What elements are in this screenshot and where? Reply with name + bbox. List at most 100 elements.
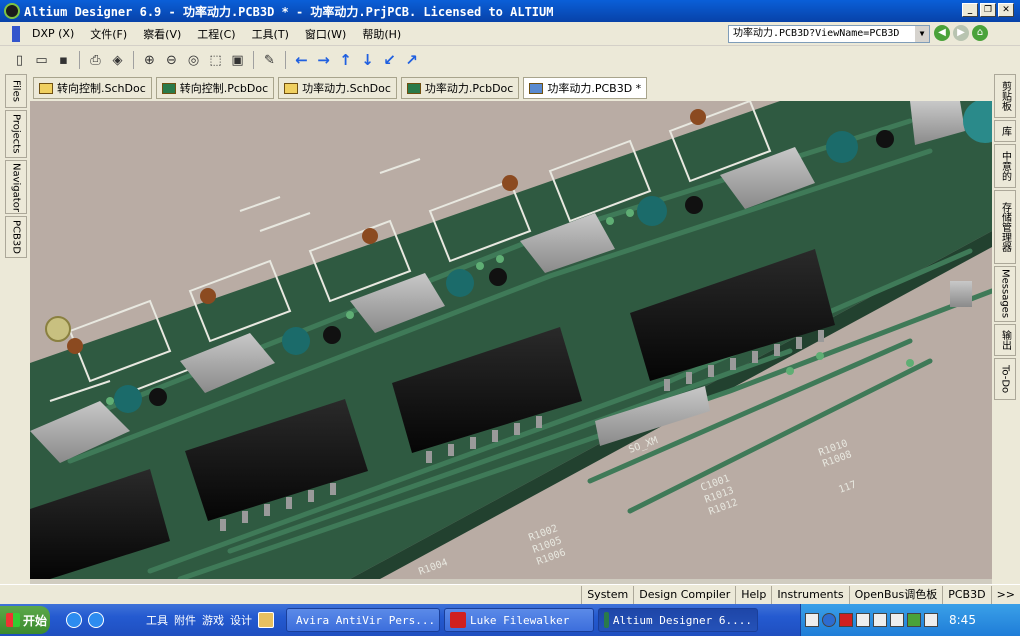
start-button[interactable]: 开始	[0, 606, 50, 634]
media-player-icon[interactable]	[66, 612, 82, 628]
open-folder-icon[interactable]: ▭	[32, 51, 51, 70]
arrow-right-icon[interactable]: →	[314, 51, 333, 70]
toolbar-separator	[133, 51, 134, 69]
doc-tab-power-pcb3d[interactable]: 功率动力.PCB3D *	[523, 77, 648, 99]
doc-tab-label: 转向控制.PcbDoc	[179, 82, 269, 95]
start-label: 开始	[23, 613, 48, 628]
quicklaunch-games[interactable]: 游戏	[202, 612, 224, 628]
panel-tab-library[interactable]: 库	[994, 120, 1016, 142]
status-pcb3d[interactable]: PCB3D	[942, 585, 990, 604]
arrow-down-left-icon[interactable]: ↙	[380, 51, 399, 70]
address-input[interactable]: 功率动力.PCB3D?ViewName=PCB3D ▼	[728, 25, 930, 43]
status-help[interactable]: Help	[735, 585, 771, 604]
menu-project[interactable]: 工程(C)	[189, 26, 243, 42]
doc-tab-label: 功率动力.PCB3D *	[547, 82, 642, 95]
menu-window[interactable]: 窗口(W)	[297, 26, 354, 42]
quicklaunch-tools[interactable]: 工具	[146, 612, 168, 628]
zoom-board-icon[interactable]: ▣	[228, 51, 247, 70]
left-panel-tabs: Files Projects Navigator PCB3D	[5, 74, 27, 582]
task-avira[interactable]: Avira AntiVir Pers...	[286, 608, 440, 632]
right-panel-tabs: 剪贴板 库 中意的 存储管理器 Messages 输出 To-Do	[994, 74, 1016, 582]
address-value: 功率动力.PCB3D?ViewName=PCB3D	[733, 28, 900, 39]
panel-tab-storage-manager[interactable]: 存储管理器	[994, 190, 1016, 264]
quicklaunch-accessories[interactable]: 附件	[174, 612, 196, 628]
tray-display-icon[interactable]	[856, 613, 870, 627]
tray-monitor-icon[interactable]	[890, 613, 904, 627]
minimize-button[interactable]: _	[962, 3, 978, 17]
doc-tab-steering-pcb[interactable]: 转向控制.PcbDoc	[155, 77, 275, 99]
panel-tab-navigator[interactable]: Navigator	[5, 160, 27, 214]
doc-tab-steering-sch[interactable]: 转向控制.SchDoc	[33, 77, 152, 99]
status-system[interactable]: System	[581, 585, 633, 604]
tray-network-icon[interactable]	[805, 613, 819, 627]
zoom-area-icon[interactable]: ⬚	[206, 51, 225, 70]
task-altium[interactable]: Altium Designer 6....	[598, 608, 758, 632]
menu-help[interactable]: 帮助(H)	[354, 26, 409, 42]
menu-tools[interactable]: 工具(T)	[244, 26, 297, 42]
status-openbus[interactable]: OpenBus调色板	[848, 585, 943, 604]
task-label: Altium Designer 6....	[612, 613, 752, 627]
status-more[interactable]: >>	[990, 585, 1020, 604]
pcb-label: R1004	[417, 557, 449, 578]
tray-keyboard-icon[interactable]	[924, 613, 938, 627]
save-icon[interactable]: ▪	[54, 51, 73, 70]
back-icon[interactable]: ◀	[934, 25, 950, 41]
windows-flag-icon	[6, 613, 20, 627]
print-icon[interactable]: ⎙	[86, 51, 105, 70]
zoom-fit-icon[interactable]: ◎	[184, 51, 203, 70]
status-design-compiler[interactable]: Design Compiler	[633, 585, 735, 604]
panel-tab-favorites[interactable]: 中意的	[994, 144, 1016, 188]
pcb3d-viewport[interactable]: R1010 R1008 C1001 R1013 R1012 R1002 R100…	[30, 101, 992, 579]
quicklaunch-design[interactable]: 设计	[230, 612, 252, 628]
doc-tab-label: 功率动力.PcbDoc	[424, 82, 514, 95]
arrow-left-icon[interactable]: ←	[292, 51, 311, 70]
close-button[interactable]: ✕	[998, 3, 1014, 17]
tray-volume-icon[interactable]	[873, 613, 887, 627]
altium-icon	[604, 612, 609, 628]
pcb3d-doc-icon	[529, 82, 544, 94]
folder-icon[interactable]	[258, 612, 274, 628]
pcb-label: 117	[837, 479, 858, 496]
arrow-up-icon[interactable]: ↑	[336, 51, 355, 70]
status-instruments[interactable]: Instruments	[771, 585, 848, 604]
panel-tab-clipboard[interactable]: 剪贴板	[994, 74, 1016, 118]
panel-tab-messages[interactable]: Messages	[994, 266, 1016, 322]
menu-dxp[interactable]: DXP (X)	[24, 27, 82, 40]
layers-icon[interactable]: ◈	[108, 51, 127, 70]
panel-tab-pcb3d[interactable]: PCB3D	[5, 216, 27, 258]
tray-avira-icon[interactable]	[839, 613, 853, 627]
task-luke-filewalker[interactable]: Luke Filewalker	[444, 608, 594, 632]
zoom-out-icon[interactable]: ⊖	[162, 51, 181, 70]
panel-tab-files[interactable]: Files	[5, 74, 27, 108]
schematic-doc-icon	[39, 82, 53, 94]
altium-app-icon[interactable]	[4, 3, 20, 19]
doc-tab-power-pcb[interactable]: 功率动力.PcbDoc	[400, 77, 520, 99]
dxp-icon	[12, 25, 20, 42]
new-file-icon[interactable]: ▯	[10, 51, 29, 70]
task-label: Luke Filewalker	[470, 613, 570, 627]
pcb3d-render[interactable]: R1010 R1008 C1001 R1013 R1012 R1002 R100…	[30, 101, 992, 579]
doc-tab-power-sch[interactable]: 功率动力.SchDoc	[278, 77, 397, 99]
panel-tab-output[interactable]: 输出	[994, 324, 1016, 356]
document-tabs: 转向控制.SchDoc 转向控制.PcbDoc 功率动力.SchDoc 功率动力…	[30, 75, 990, 101]
arrow-down-icon[interactable]: ↓	[358, 51, 377, 70]
panel-tab-projects[interactable]: Projects	[5, 110, 27, 158]
panel-tab-todo[interactable]: To-Do	[994, 358, 1016, 400]
system-tray: 8:45	[800, 604, 1020, 636]
forward-icon[interactable]: ▶	[953, 25, 969, 41]
tray-help-icon[interactable]	[822, 613, 836, 627]
reset-view-icon[interactable]: ✎	[260, 51, 279, 70]
tray-security-icon[interactable]	[907, 613, 921, 627]
internet-explorer-icon[interactable]	[88, 612, 104, 628]
chevron-down-icon[interactable]: ▼	[915, 26, 929, 42]
arrow-up-right-icon[interactable]: ↗	[402, 51, 421, 70]
window-title: Altium Designer 6.9 - 功率动力.PCB3D * - 功率动…	[24, 4, 554, 19]
menu-file[interactable]: 文件(F)	[82, 26, 135, 42]
home-icon[interactable]: ⌂	[972, 25, 988, 41]
toolbar-separator	[285, 51, 286, 69]
menu-view[interactable]: 察看(V)	[135, 26, 189, 42]
avira-icon	[450, 612, 466, 628]
zoom-in-icon[interactable]: ⊕	[140, 51, 159, 70]
schematic-doc-icon	[284, 82, 299, 94]
restore-button[interactable]: ❐	[980, 3, 996, 17]
